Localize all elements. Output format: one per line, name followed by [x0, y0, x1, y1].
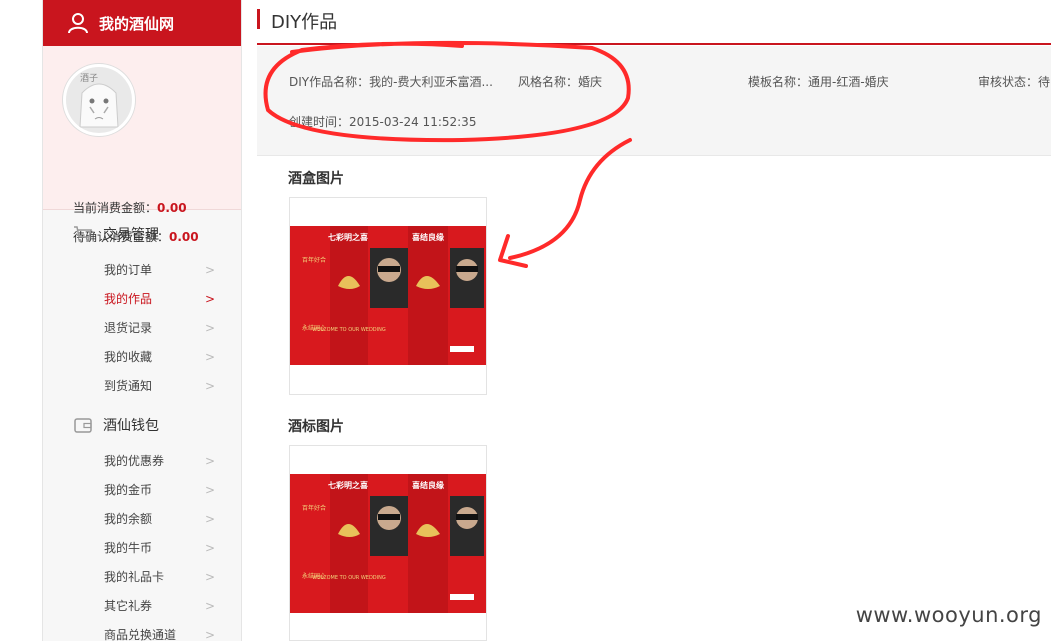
banner-side-left: 百年好合	[302, 256, 326, 264]
banner-right: 喜结良缘	[412, 232, 444, 242]
label-image-label: 酒标图片	[288, 419, 344, 435]
wallet-icon	[74, 418, 92, 433]
menu-item-label: 我的订单	[104, 263, 153, 277]
menu-item-label: 我的余额	[104, 512, 153, 526]
sidebar-header-title: 我的酒仙网	[99, 14, 175, 33]
menu-item-label: 我的收藏	[104, 350, 153, 364]
review-status: 审核状态：待	[978, 75, 1051, 89]
box-image: 百年好合 永结同心 七彩明之喜 喜结良缘 WELCOME TO OUR WEDD…	[290, 226, 486, 365]
banner-left: 七彩明之喜	[328, 232, 368, 242]
welcome-text: WELCOME TO OUR WEDDING	[312, 575, 386, 581]
avatar[interactable]: 酒子	[63, 64, 135, 136]
banner-right: 喜结良缘	[412, 480, 444, 490]
box-image-label: 酒盒图片	[288, 171, 344, 187]
group-wallet: 酒仙钱包	[43, 403, 241, 447]
page: 我的酒仙网 酒子 当前消费金额：0.00 待确认消费金额：0.00 交易管理 我…	[0, 0, 1051, 641]
box-image-thumbnail[interactable]: 百年好合 永结同心 七彩明之喜 喜结良缘 WELCOME TO OUR WEDD…	[289, 197, 487, 395]
title-accent-bar	[257, 9, 260, 29]
chevron-right-icon: >	[204, 321, 215, 335]
title-bar: DIY作品	[257, 0, 1051, 45]
sidebar-item-gift-cards[interactable]: 我的礼品卡 >	[43, 563, 241, 592]
sidebar-item-works[interactable]: 我的作品 >	[43, 285, 241, 314]
menu-item-label: 退货记录	[104, 321, 153, 335]
sidebar: 我的酒仙网 酒子 当前消费金额：0.00 待确认消费金额：0.00 交易管理 我…	[42, 0, 242, 641]
wedding-label-art: 百年好合 永结同心 七彩明之喜 喜结良缘 WELCOME TO OUR WEDD…	[290, 474, 486, 613]
banner-side-left: 百年好合	[302, 504, 326, 512]
chevron-right-icon: >	[204, 483, 215, 497]
chevron-right-icon: >	[204, 541, 215, 555]
style-name: 风格名称：婚庆	[518, 75, 603, 89]
sidebar-header[interactable]: 我的酒仙网	[43, 0, 241, 46]
sidebar-item-balance[interactable]: 我的余额 >	[43, 505, 241, 534]
menu-item-label: 其它礼券	[104, 599, 153, 613]
group-title-label: 酒仙钱包	[103, 418, 159, 434]
sidebar-item-arrival-notice[interactable]: 到货通知 >	[43, 372, 241, 401]
chevron-right-icon: >	[204, 570, 215, 584]
chevron-right-icon: >	[204, 599, 215, 613]
sidebar-item-other-vouchers[interactable]: 其它礼券 >	[43, 592, 241, 621]
chevron-right-icon: >	[204, 379, 215, 393]
avatar-label: 酒子	[80, 74, 99, 84]
menu-item-label: 我的金币	[104, 483, 153, 497]
sidebar-item-coupons[interactable]: 我的优惠券 >	[43, 447, 241, 476]
sidebar-item-gold-coins[interactable]: 我的金币 >	[43, 476, 241, 505]
avatar-face-icon	[79, 83, 119, 128]
chevron-right-icon: >	[204, 512, 215, 526]
page-title: DIY作品	[271, 12, 338, 33]
chevron-right-icon: >	[204, 628, 215, 641]
profile-panel: 酒子 当前消费金额：0.00 待确认消费金额：0.00	[43, 46, 241, 244]
template-name: 模板名称：通用-红酒-婚庆	[748, 75, 889, 89]
work-info-panel: DIY作品名称：我的-费大利亚禾富酒... 风格名称：婚庆 模板名称：通用-红酒…	[257, 46, 1051, 156]
menu-item-label: 我的作品	[104, 292, 153, 306]
chevron-right-icon: >	[204, 454, 215, 468]
cart-icon	[74, 226, 92, 242]
wedding-box-art: 百年好合 永结同心 七彩明之喜 喜结良缘 WELCOME TO OUR WEDD…	[290, 226, 486, 365]
user-icon	[68, 13, 88, 34]
group-trade-management: 交易管理	[43, 212, 241, 256]
chevron-right-icon: >	[204, 263, 215, 277]
group-title-label: 交易管理	[103, 227, 159, 243]
menu-item-label: 到货通知	[104, 379, 153, 393]
welcome-text: WELCOME TO OUR WEDDING	[312, 327, 386, 333]
chevron-right-icon: >	[204, 350, 215, 364]
banner-left: 七彩明之喜	[328, 480, 368, 490]
menu-item-label: 我的礼品卡	[104, 570, 165, 584]
label-image-thumbnail[interactable]: 百年好合 永结同心 七彩明之喜 喜结良缘 WELCOME TO OUR WEDD…	[289, 445, 487, 641]
chevron-right-icon: >	[204, 292, 215, 306]
work-name: DIY作品名称：我的-费大利亚禾富酒...	[289, 75, 493, 89]
menu-item-label: 我的牛币	[104, 541, 153, 555]
sidebar-item-favorites[interactable]: 我的收藏 >	[43, 343, 241, 372]
main-content: DIY作品 DIY作品名称：我的-费大利亚禾富酒... 风格名称：婚庆 模板名称…	[257, 0, 1051, 641]
sidebar-item-orders[interactable]: 我的订单 >	[43, 256, 241, 285]
menu-item-label: 我的优惠券	[104, 454, 165, 468]
watermark: www.wooyun.org	[855, 603, 1042, 627]
sidebar-item-exchange-channel[interactable]: 商品兑换通道 >	[43, 621, 241, 641]
label-image: 百年好合 永结同心 七彩明之喜 喜结良缘 WELCOME TO OUR WEDD…	[290, 474, 486, 613]
sidebar-item-returns[interactable]: 退货记录 >	[43, 314, 241, 343]
menu-item-label: 商品兑换通道	[104, 628, 177, 641]
sidebar-item-niu-coins[interactable]: 我的牛币 >	[43, 534, 241, 563]
created-time: 创建时间：2015-03-24 11:52:35	[289, 115, 477, 129]
